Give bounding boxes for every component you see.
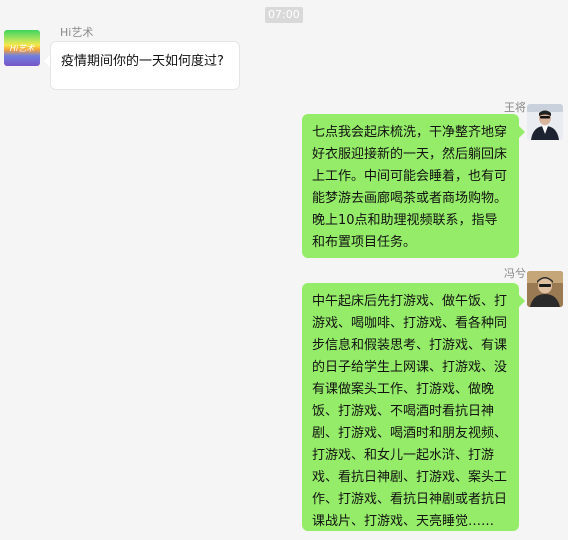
avatar-wang-jiang[interactable] [527,104,563,140]
sender-name: 王将 [504,101,526,114]
message-bubble-received[interactable]: 疫情期间你的一天如何度过? [50,41,240,90]
sender-name: Hi艺术 [60,26,94,39]
message-timestamp: 07:00 [265,7,303,23]
avatar-logo-text: Hi艺术 [9,43,35,53]
avatar-hi-art[interactable]: Hi艺术 [4,30,40,66]
bubble-tail [519,295,525,307]
bubble-tail [519,126,525,138]
sender-name: 冯兮 [504,267,526,280]
avatar-feng-xi[interactable] [527,271,563,307]
message-bubble-sent[interactable]: 中午起床后先打游戏、做午饭、打 游戏、喝咖啡、打游戏、看各种同 步信息和假装思考… [302,283,519,531]
message-bubble-sent[interactable]: 七点我会起床梳洗，干净整齐地穿 好衣服迎接新的一天，然后躺回床 上工作。中间可能… [302,114,519,258]
